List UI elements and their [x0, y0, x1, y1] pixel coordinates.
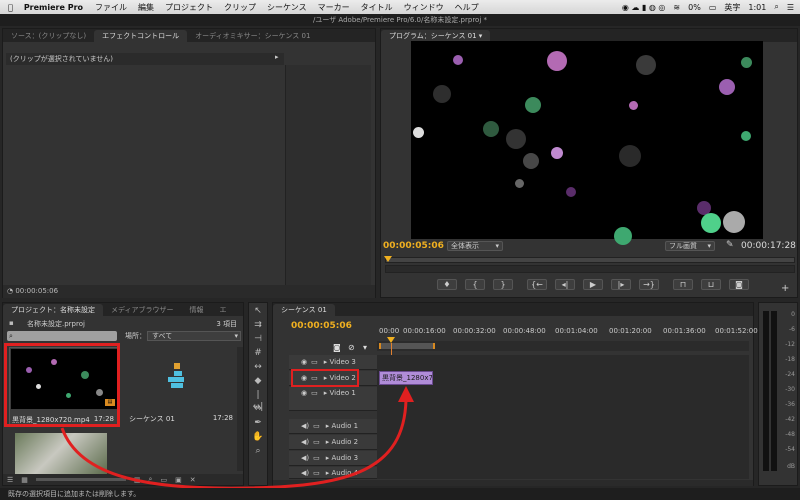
- status-bar: 既存の選択項目に追加または削除します。: [0, 488, 800, 500]
- annotation-arrow-path: [60, 399, 408, 490]
- annotation-arrow-icon: [60, 386, 414, 490]
- annotation-arrow-head: [398, 386, 414, 402]
